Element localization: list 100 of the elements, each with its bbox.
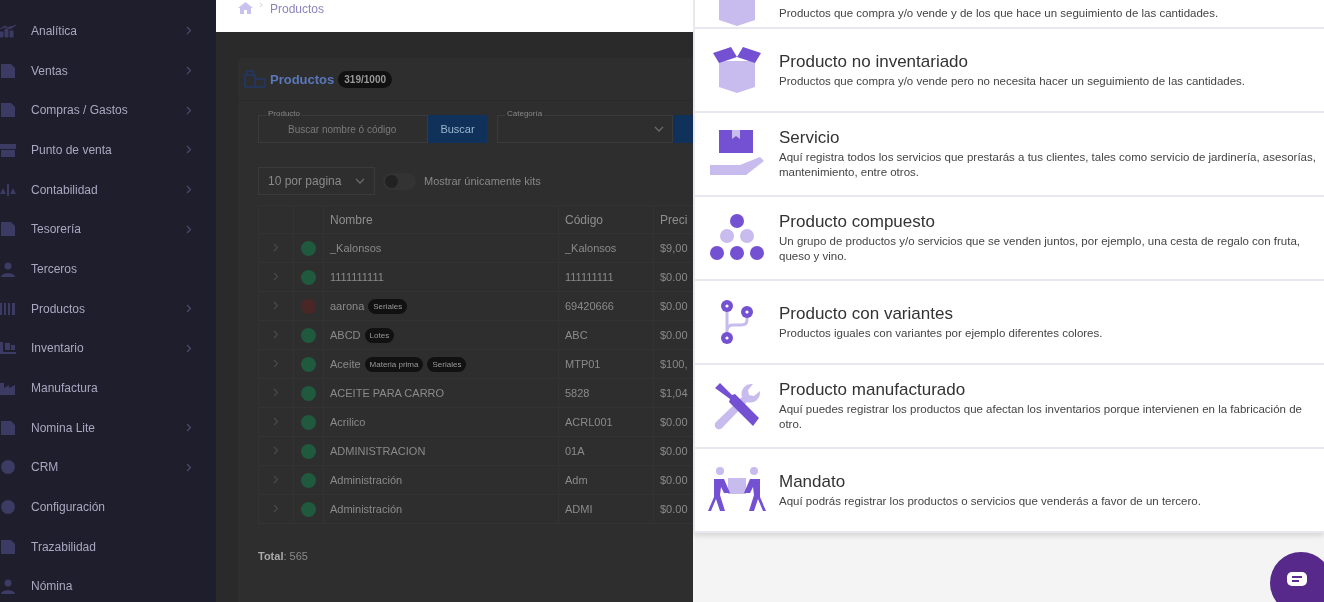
toggle-label: Mostrar únicamente kits: [424, 175, 541, 187]
chevron-icon: [186, 304, 192, 314]
count-badge: 319/1000: [338, 70, 392, 88]
person-icon: [0, 578, 16, 595]
field-label: Categoría: [505, 109, 545, 119]
sidebar-item[interactable]: Nómina: [0, 566, 216, 602]
product-name: Aceite: [330, 358, 361, 370]
sidebar-label: CRM: [31, 460, 60, 475]
sidebar-label: Analítica: [31, 23, 79, 38]
dots-pyramid-icon: [710, 214, 764, 262]
column-header: Nombre: [323, 205, 559, 234]
separator-icon: [259, 2, 264, 8]
product-price: $0.00: [660, 300, 688, 312]
option-title: Producto compuesto: [779, 212, 936, 232]
product-code: 111111111: [565, 271, 614, 283]
sidebar-item[interactable]: CRM: [0, 447, 216, 488]
product-price: $0.00: [660, 474, 688, 486]
sidebar-item[interactable]: Configuración: [0, 487, 216, 527]
scale-icon: [0, 181, 16, 198]
cart-icon: [0, 340, 16, 357]
factory-icon: [0, 380, 16, 397]
option-description: Aquí registra todos los servicios que prestarás a tus clientes, tales como servicio de jardinería, asesorías, mantenimiento, entre otros.: [779, 150, 1316, 180]
expand-icon[interactable]: [273, 330, 279, 339]
expand-icon[interactable]: [273, 504, 279, 513]
product-price: $0.00: [660, 503, 688, 515]
product-type-option[interactable]: Producto compuesto Un grupo de productos y/o servicios que se venden juntos, por ejemplo, una cesta de regalo con fruta, queso y vino.: [695, 197, 1324, 281]
document-icon: [0, 419, 16, 436]
expand-icon[interactable]: [273, 388, 279, 397]
product-price: $0.00: [660, 416, 688, 428]
sidebar-item[interactable]: Inventario: [0, 328, 216, 369]
product-type-option[interactable]: Mandato Aquí podrás registrar los productos o servicios que venderás a favor de un tercero.: [695, 449, 1324, 533]
option-description: Aquí podrás registrar los productos o servicios que venderás a favor de un tercero.: [779, 493, 1202, 509]
expand-icon[interactable]: [273, 417, 279, 426]
document-icon: [0, 62, 16, 79]
option-description: Productos iguales con variantes por ejemplo diferentes colores.: [779, 325, 1104, 341]
expand-icon[interactable]: [273, 475, 279, 484]
chevron-icon: [186, 105, 192, 115]
product-name: Acrilico: [330, 416, 366, 428]
sidebar-item[interactable]: Trazabilidad: [0, 526, 216, 567]
sidebar-label: Configuración: [31, 500, 107, 515]
sidebar-label: Contabilidad: [31, 182, 99, 197]
field-label: Producto: [266, 109, 303, 119]
sidebar-item[interactable]: Productos: [0, 288, 216, 329]
chat-button[interactable]: [1270, 552, 1324, 602]
sidebar-item[interactable]: Compras / Gastos: [0, 90, 216, 131]
sidebar-item[interactable]: Tesorería: [0, 209, 216, 250]
product-code: MTP01: [565, 358, 601, 370]
product-type-option[interactable]: Servicio Aquí registra todos los servicios que prestarás a tus clientes, tales como servicio de jardinería, asesorías, mantenimiento, entre otros.: [695, 113, 1324, 197]
person-icon: [0, 260, 16, 277]
chart-icon: [0, 22, 16, 39]
people-carrying-box-icon: [708, 467, 766, 513]
tag: Seriales: [427, 356, 467, 372]
breadcrumb-link[interactable]: Productos: [270, 2, 325, 16]
product-name: _Kalonsos: [330, 242, 382, 254]
sidebar-item[interactable]: Contabilidad: [0, 169, 216, 210]
search-button[interactable]: Buscar: [428, 115, 487, 143]
tag: Seriales: [368, 298, 408, 314]
product-code: Adm: [565, 474, 588, 486]
option-description: Un grupo de productos y/o servicios que se venden juntos, por ejemplo, una cesta de regalo con fruta, queso y vino.: [779, 234, 1301, 264]
product-name: 1111111111: [330, 271, 384, 283]
chevron-icon: [186, 462, 192, 472]
caret-icon: [654, 126, 664, 132]
sidebar-label: Trazabilidad: [31, 539, 97, 554]
tools-icon: [713, 382, 761, 430]
product-code: 69420666: [565, 300, 614, 312]
option-description: Productos que compra y/o vende pero no necesita hacer un seguimiento de las cantidades.: [779, 73, 1247, 89]
search-field[interactable]: Buscar nombre ó código: [258, 115, 428, 143]
sidebar-item[interactable]: Nomina Lite: [0, 407, 216, 448]
product-name: ABCD: [330, 329, 361, 341]
product-price: $0.00: [660, 445, 688, 457]
product-type-option[interactable]: Productos que compra y/o vende y de los que hace un seguimiento de las cantidades.: [695, 0, 1324, 29]
sidebar-item[interactable]: Ventas: [0, 50, 216, 91]
product-code: ACRL001: [565, 416, 613, 428]
option-title: Producto no inventariado: [779, 51, 970, 72]
expand-icon[interactable]: [273, 446, 279, 455]
sidebar-item[interactable]: Manufactura: [0, 368, 216, 408]
sidebar-label: Manufactura: [31, 381, 99, 396]
home-icon[interactable]: [238, 2, 253, 14]
document-icon: [0, 538, 16, 555]
product-type-option[interactable]: Producto con variantes Productos iguales con variantes por ejemplo diferentes colores.: [695, 281, 1324, 365]
page-size-select[interactable]: 10 por pagina: [258, 167, 375, 195]
chevron-icon: [186, 145, 192, 155]
product-code: 5828: [565, 387, 590, 399]
expand-icon[interactable]: [273, 272, 279, 281]
sidebar-label: Tesorería: [31, 222, 83, 237]
caret-icon: [355, 178, 365, 184]
product-code: ADMI: [565, 503, 593, 515]
sidebar-item[interactable]: Analítica: [0, 11, 216, 51]
expand-icon[interactable]: [273, 359, 279, 368]
product-type-option[interactable]: Producto no inventariado Productos que compra y/o vende pero no necesita hacer un seguimiento de las cantidades.: [695, 29, 1324, 113]
expand-icon[interactable]: [273, 243, 279, 252]
tag: Lotes: [364, 327, 395, 343]
hand-with-box-icon: [710, 130, 764, 178]
chevron-icon: [186, 224, 192, 234]
sidebar-item[interactable]: Terceros: [0, 249, 216, 289]
product-type-option[interactable]: Producto manufacturado Aquí puedes registrar los productos que afectan los inventarios porque intervienen en la fabricación de otro.: [695, 365, 1324, 449]
tag: Materia prima: [364, 356, 424, 372]
sidebar-item[interactable]: Punto de venta: [0, 130, 216, 170]
sidebar-label: Compras / Gastos: [31, 103, 129, 118]
expand-icon[interactable]: [273, 301, 279, 310]
